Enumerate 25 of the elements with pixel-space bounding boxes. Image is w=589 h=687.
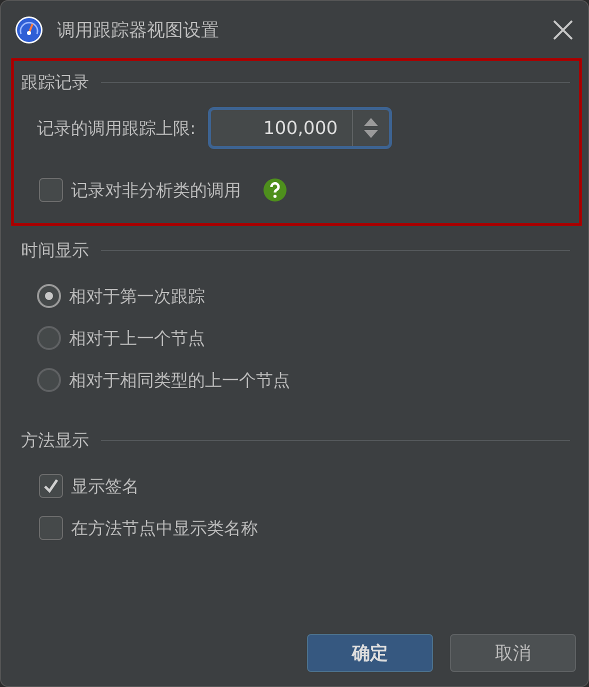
radio-label[interactable]: 相对于第一次跟踪 <box>69 284 205 308</box>
section-title: 方法显示 <box>21 430 89 452</box>
radio-button[interactable] <box>37 368 61 392</box>
radio-label[interactable]: 相对于相同类型的上一个节点 <box>69 368 290 392</box>
checkbox-label[interactable]: 在方法节点中显示类名称 <box>71 516 258 540</box>
field-label: 记录的调用跟踪上限: <box>37 118 196 140</box>
checkbox-label[interactable]: 记录对非分析类的调用 <box>71 178 241 202</box>
spin-arrows-icon[interactable] <box>362 116 379 140</box>
number-spinner[interactable]: 100,000 <box>208 107 392 149</box>
check-icon <box>42 477 60 495</box>
checkbox-label[interactable]: 显示签名 <box>71 474 139 498</box>
section-title: 跟踪记录 <box>21 72 89 94</box>
radio-button[interactable] <box>37 326 61 350</box>
gauge-icon <box>15 16 43 44</box>
radio-button[interactable] <box>37 284 61 308</box>
checkbox[interactable] <box>39 178 63 202</box>
window-title: 调用跟踪器视图设置 <box>57 18 220 42</box>
checkbox[interactable] <box>39 516 63 540</box>
help-icon[interactable] <box>263 178 287 202</box>
checkbox[interactable] <box>39 474 63 498</box>
close-icon[interactable] <box>552 18 574 40</box>
cancel-button[interactable]: 取消 <box>450 634 576 672</box>
radio-label[interactable]: 相对于上一个节点 <box>69 326 205 350</box>
ok-button[interactable]: 确定 <box>307 634 433 672</box>
section-title: 时间显示 <box>21 240 89 262</box>
